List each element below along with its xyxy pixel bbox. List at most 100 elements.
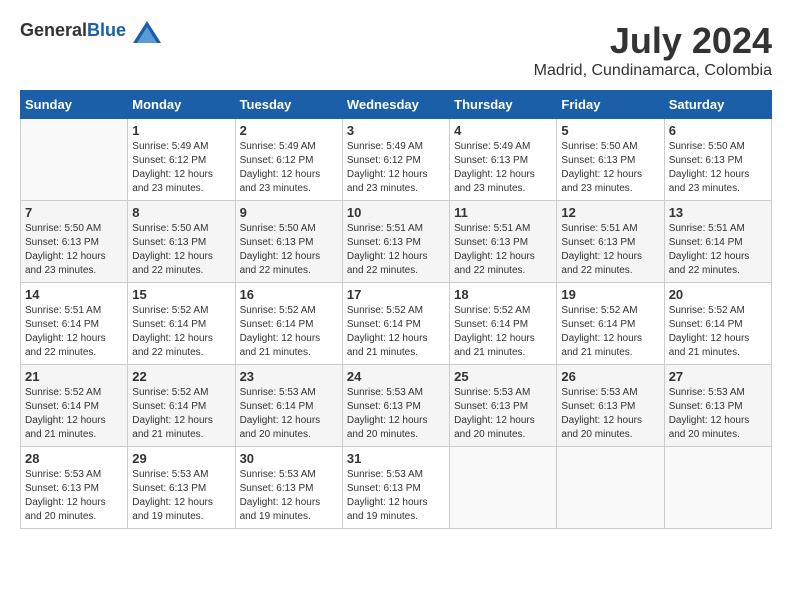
- calendar-cell: 11 Sunrise: 5:51 AM Sunset: 6:13 PM Dayli…: [450, 201, 557, 283]
- day-number: 20: [669, 287, 767, 302]
- week-row-3: 14Sunrise: 5:51 AM Sunset: 6:14 PM Dayli…: [21, 283, 772, 365]
- calendar-header: SundayMondayTuesdayWednesdayThursdayFrid…: [21, 91, 772, 119]
- calendar-cell: 12Sunrise: 5:51 AM Sunset: 6:13 PM Dayli…: [557, 201, 664, 283]
- calendar-cell: 22Sunrise: 5:52 AM Sunset: 6:14 PM Dayli…: [128, 365, 235, 447]
- day-number: 12: [561, 205, 659, 220]
- page-header: GeneralBlue July 2024 Madrid, Cundinamar…: [20, 20, 772, 80]
- day-info: Sunrise: 5:52 AM Sunset: 6:14 PM Dayligh…: [240, 304, 338, 360]
- calendar-body: 1 Sunrise: 5:49 AM Sunset: 6:12 PM Daylig…: [21, 119, 772, 529]
- day-info: Sunrise: 5:52 AM Sunset: 6:14 PM Dayligh…: [347, 304, 445, 360]
- calendar-cell: 10 Sunrise: 5:51 AM Sunset: 6:13 PM Dayli…: [342, 201, 449, 283]
- day-info: Sunrise: 5:53 AM Sunset: 6:13 PM Dayligh…: [25, 468, 123, 524]
- calendar-cell: 31 Sunrise: 5:53 AM Sunset: 6:13 PM Dayli…: [342, 447, 449, 529]
- day-number: 25: [454, 369, 552, 384]
- day-number: 8: [132, 205, 230, 220]
- calendar-cell: 27 Sunrise: 5:53 AM Sunset: 6:13 PM Dayli…: [664, 365, 771, 447]
- header-day-tuesday: Tuesday: [235, 91, 342, 119]
- header-day-wednesday: Wednesday: [342, 91, 449, 119]
- week-row-4: 21 Sunrise: 5:52 AM Sunset: 6:14 PM Dayli…: [21, 365, 772, 447]
- calendar-cell: 23Sunrise: 5:53 AM Sunset: 6:14 PM Dayli…: [235, 365, 342, 447]
- day-number: 9: [240, 205, 338, 220]
- calendar-table: SundayMondayTuesdayWednesdayThursdayFrid…: [20, 90, 772, 529]
- calendar-cell: 3 Sunrise: 5:49 AM Sunset: 6:12 PM Daylig…: [342, 119, 449, 201]
- day-number: 16: [240, 287, 338, 302]
- header-day-thursday: Thursday: [450, 91, 557, 119]
- calendar-cell: [21, 119, 128, 201]
- calendar-cell: 2Sunrise: 5:49 AM Sunset: 6:12 PM Daylig…: [235, 119, 342, 201]
- day-number: 15: [132, 287, 230, 302]
- day-number: 6: [669, 123, 767, 138]
- calendar-cell: 28Sunrise: 5:53 AM Sunset: 6:13 PM Dayli…: [21, 447, 128, 529]
- day-number: 13: [669, 205, 767, 220]
- day-info: Sunrise: 5:53 AM Sunset: 6:13 PM Dayligh…: [347, 468, 445, 524]
- day-info: Sunrise: 5:53 AM Sunset: 6:13 PM Dayligh…: [132, 468, 230, 524]
- calendar-cell: 19 Sunrise: 5:52 AM Sunset: 6:14 PM Dayli…: [557, 283, 664, 365]
- calendar-cell: 8 Sunrise: 5:50 AM Sunset: 6:13 PM Daylig…: [128, 201, 235, 283]
- day-info: Sunrise: 5:52 AM Sunset: 6:14 PM Dayligh…: [669, 304, 767, 360]
- day-info: Sunrise: 5:52 AM Sunset: 6:14 PM Dayligh…: [561, 304, 659, 360]
- calendar-cell: 6 Sunrise: 5:50 AM Sunset: 6:13 PM Daylig…: [664, 119, 771, 201]
- calendar-cell: [557, 447, 664, 529]
- logo-general: General: [20, 20, 87, 40]
- day-info: Sunrise: 5:53 AM Sunset: 6:13 PM Dayligh…: [454, 386, 552, 442]
- calendar-cell: [450, 447, 557, 529]
- day-info: Sunrise: 5:51 AM Sunset: 6:14 PM Dayligh…: [669, 222, 767, 278]
- day-info: Sunrise: 5:50 AM Sunset: 6:13 PM Dayligh…: [669, 140, 767, 196]
- logo-icon: [133, 21, 161, 43]
- logo-blue: Blue: [87, 20, 126, 40]
- day-number: 5: [561, 123, 659, 138]
- calendar-cell: 29 Sunrise: 5:53 AM Sunset: 6:13 PM Dayli…: [128, 447, 235, 529]
- day-info: Sunrise: 5:50 AM Sunset: 6:13 PM Dayligh…: [240, 222, 338, 278]
- calendar-cell: 5 Sunrise: 5:50 AM Sunset: 6:13 PM Daylig…: [557, 119, 664, 201]
- logo: GeneralBlue: [20, 20, 161, 43]
- day-number: 1: [132, 123, 230, 138]
- day-info: Sunrise: 5:50 AM Sunset: 6:13 PM Dayligh…: [132, 222, 230, 278]
- day-number: 27: [669, 369, 767, 384]
- day-info: Sunrise: 5:52 AM Sunset: 6:14 PM Dayligh…: [25, 386, 123, 442]
- day-info: Sunrise: 5:53 AM Sunset: 6:13 PM Dayligh…: [561, 386, 659, 442]
- calendar-cell: 26Sunrise: 5:53 AM Sunset: 6:13 PM Dayli…: [557, 365, 664, 447]
- day-info: Sunrise: 5:50 AM Sunset: 6:13 PM Dayligh…: [561, 140, 659, 196]
- day-number: 24: [347, 369, 445, 384]
- header-row: SundayMondayTuesdayWednesdayThursdayFrid…: [21, 91, 772, 119]
- day-number: 14: [25, 287, 123, 302]
- day-info: Sunrise: 5:51 AM Sunset: 6:13 PM Dayligh…: [454, 222, 552, 278]
- day-number: 22: [132, 369, 230, 384]
- day-number: 11: [454, 205, 552, 220]
- day-info: Sunrise: 5:53 AM Sunset: 6:13 PM Dayligh…: [347, 386, 445, 442]
- day-info: Sunrise: 5:52 AM Sunset: 6:14 PM Dayligh…: [132, 304, 230, 360]
- calendar-cell: 14Sunrise: 5:51 AM Sunset: 6:14 PM Dayli…: [21, 283, 128, 365]
- day-number: 19: [561, 287, 659, 302]
- day-number: 30: [240, 451, 338, 466]
- week-row-2: 7 Sunrise: 5:50 AM Sunset: 6:13 PM Daylig…: [21, 201, 772, 283]
- day-number: 31: [347, 451, 445, 466]
- day-number: 7: [25, 205, 123, 220]
- calendar-cell: 16 Sunrise: 5:52 AM Sunset: 6:14 PM Dayli…: [235, 283, 342, 365]
- day-info: Sunrise: 5:49 AM Sunset: 6:12 PM Dayligh…: [347, 140, 445, 196]
- calendar-cell: 15 Sunrise: 5:52 AM Sunset: 6:14 PM Dayli…: [128, 283, 235, 365]
- header-day-monday: Monday: [128, 91, 235, 119]
- month-year: July 2024: [534, 20, 772, 62]
- week-row-5: 28Sunrise: 5:53 AM Sunset: 6:13 PM Dayli…: [21, 447, 772, 529]
- day-info: Sunrise: 5:49 AM Sunset: 6:12 PM Dayligh…: [132, 140, 230, 196]
- day-number: 29: [132, 451, 230, 466]
- calendar-cell: 7Sunrise: 5:50 AM Sunset: 6:13 PM Daylig…: [21, 201, 128, 283]
- day-number: 21: [25, 369, 123, 384]
- calendar-cell: [664, 447, 771, 529]
- day-number: 3: [347, 123, 445, 138]
- day-number: 23: [240, 369, 338, 384]
- day-info: Sunrise: 5:53 AM Sunset: 6:13 PM Dayligh…: [240, 468, 338, 524]
- calendar-cell: 30 Sunrise: 5:53 AM Sunset: 6:13 PM Dayli…: [235, 447, 342, 529]
- calendar-cell: 20 Sunrise: 5:52 AM Sunset: 6:14 PM Dayli…: [664, 283, 771, 365]
- title-section: July 2024 Madrid, Cundinamarca, Colombia: [534, 20, 772, 80]
- day-info: Sunrise: 5:51 AM Sunset: 6:13 PM Dayligh…: [347, 222, 445, 278]
- header-day-sunday: Sunday: [21, 91, 128, 119]
- calendar-cell: 9 Sunrise: 5:50 AM Sunset: 6:13 PM Daylig…: [235, 201, 342, 283]
- calendar-cell: 24 Sunrise: 5:53 AM Sunset: 6:13 PM Dayli…: [342, 365, 449, 447]
- day-info: Sunrise: 5:53 AM Sunset: 6:13 PM Dayligh…: [669, 386, 767, 442]
- header-day-saturday: Saturday: [664, 91, 771, 119]
- calendar-cell: 21 Sunrise: 5:52 AM Sunset: 6:14 PM Dayli…: [21, 365, 128, 447]
- day-number: 10: [347, 205, 445, 220]
- location: Madrid, Cundinamarca, Colombia: [534, 62, 772, 80]
- day-number: 4: [454, 123, 552, 138]
